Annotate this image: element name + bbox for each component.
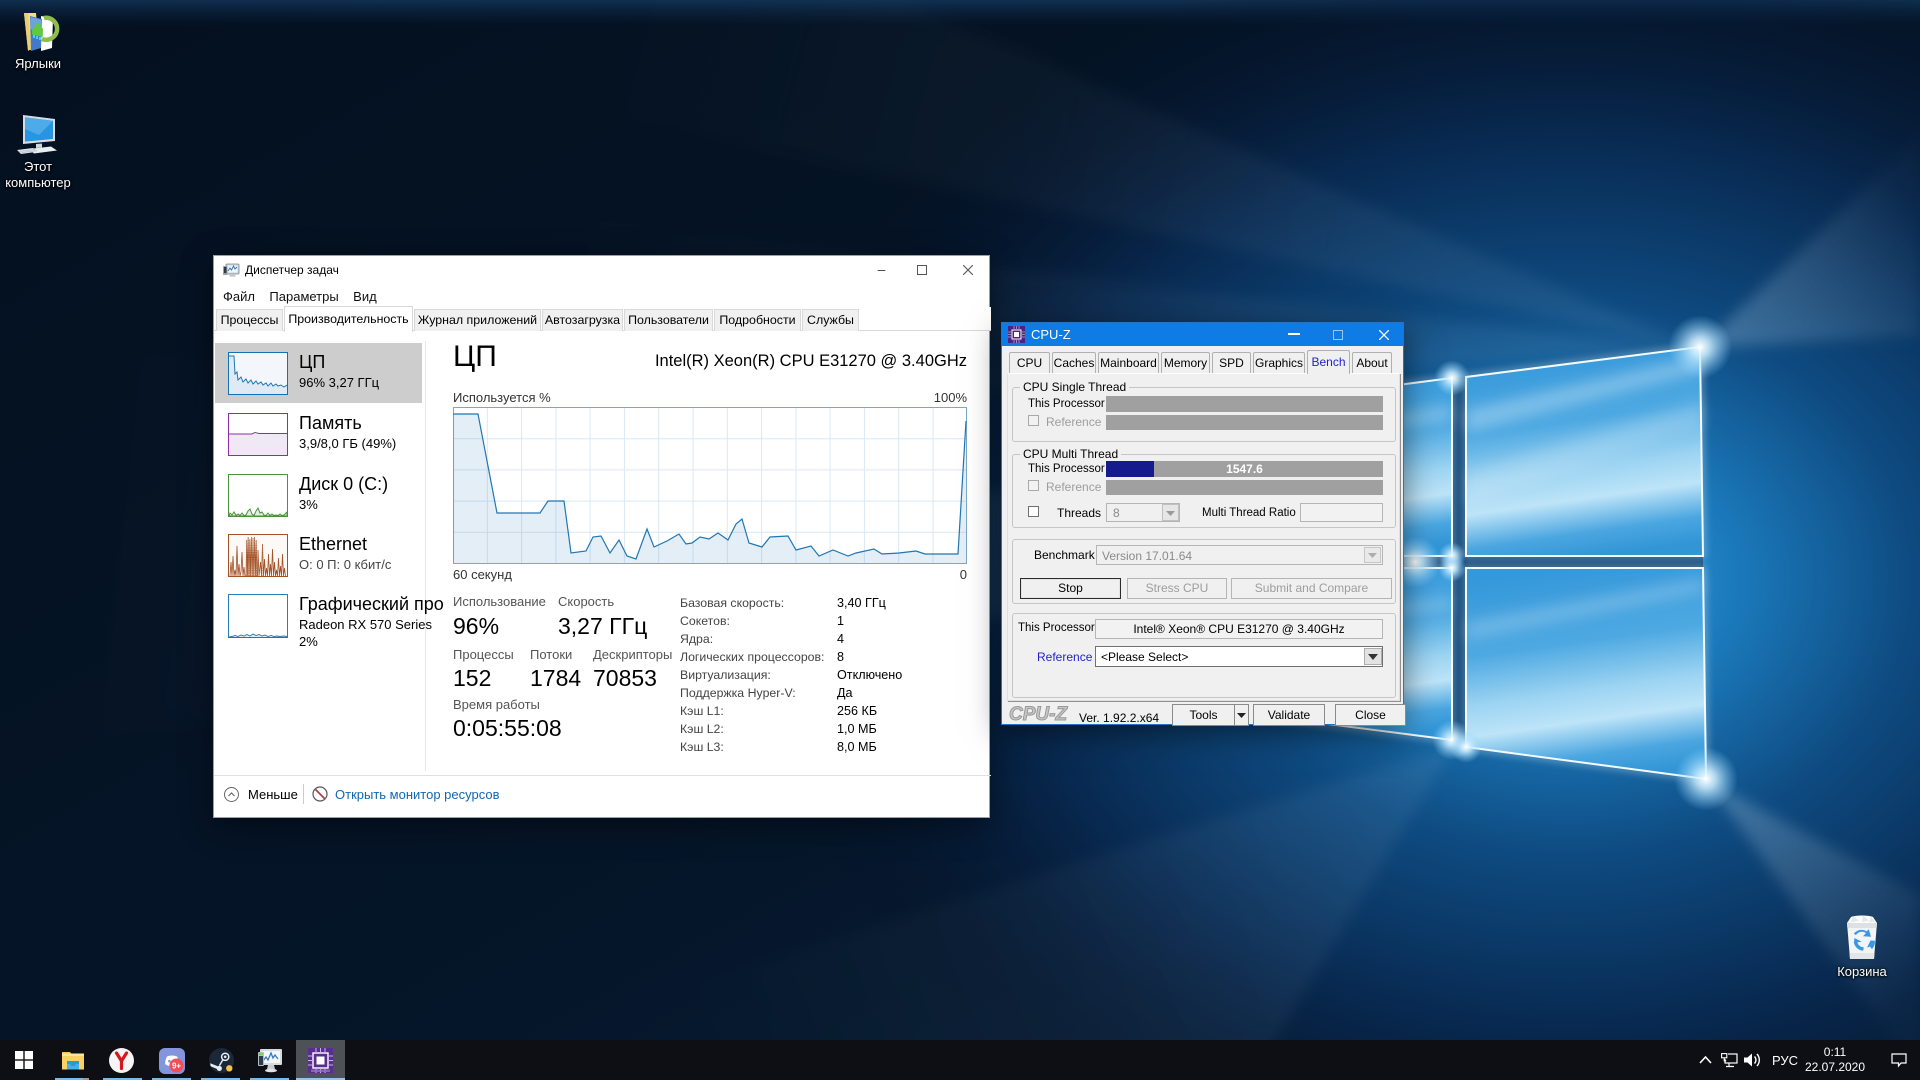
svg-text:9+: 9+ xyxy=(172,1061,181,1070)
